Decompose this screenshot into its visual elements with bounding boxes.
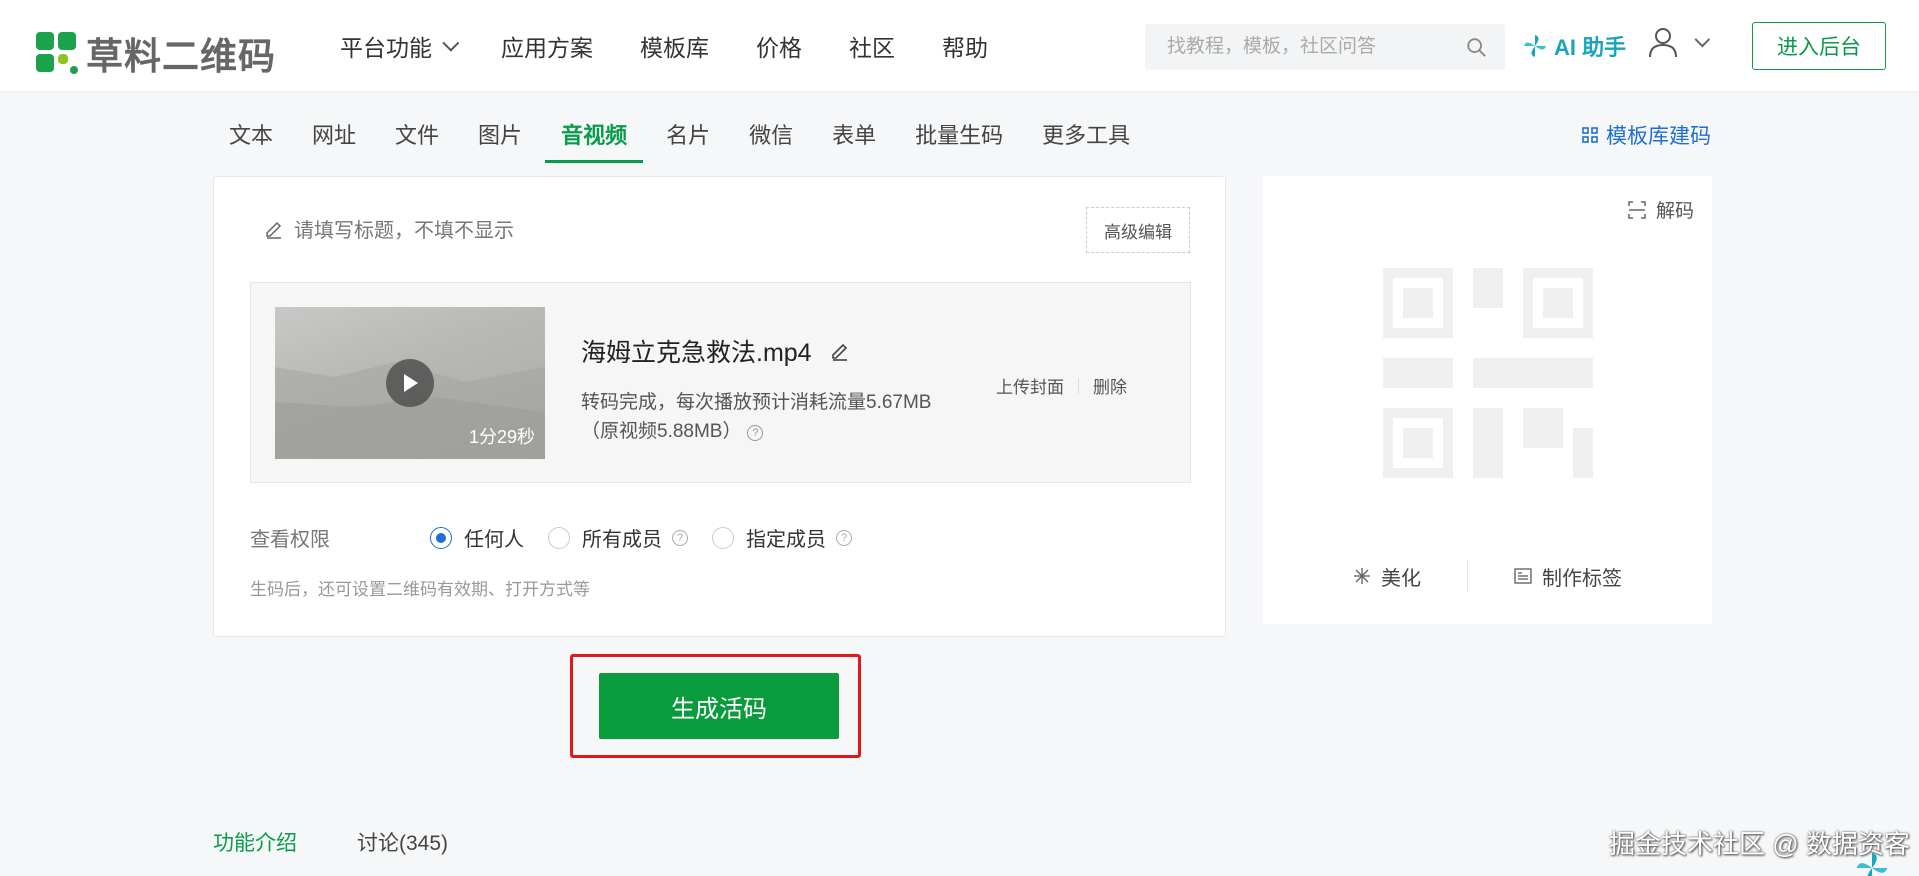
video-status-line2: （原视频5.88MB） xyxy=(581,421,742,442)
search-icon[interactable] xyxy=(1465,36,1487,58)
beautify-label: 美化 xyxy=(1381,567,1421,590)
nav-item-platform[interactable]: 平台功能 xyxy=(340,29,460,63)
video-status: 转码完成，每次播放预计消耗流量5.67MB （原视频5.88MB）? xyxy=(581,388,981,446)
template-create-label: 模板库建码 xyxy=(1606,125,1711,148)
generate-code-button[interactable]: 生成活码 xyxy=(599,673,839,739)
enter-dashboard-button[interactable]: 进入后台 xyxy=(1752,22,1886,70)
sparkle-icon xyxy=(1354,568,1370,584)
radio-label: 所有成员 xyxy=(582,529,662,551)
upload-cover-button[interactable]: 上传封面 xyxy=(996,373,1064,398)
make-label-label: 制作标签 xyxy=(1542,567,1622,590)
video-item: 1分29秒 海姆立克急救法.mp4 转码完成，每次播放预计消耗流量5.67MB … xyxy=(250,282,1191,483)
decode-label: 解码 xyxy=(1655,201,1694,222)
search-input[interactable] xyxy=(1167,36,1457,58)
radio-specified-members[interactable]: 指定成员 ? xyxy=(712,523,852,552)
search-box xyxy=(1145,24,1505,70)
pencil-icon xyxy=(266,221,282,239)
make-label-button[interactable]: 制作标签 xyxy=(1514,562,1622,591)
tab-business-card[interactable]: 名片 xyxy=(650,108,726,163)
video-status-line1: 转码完成，每次播放预计消耗流量5.67MB xyxy=(581,392,932,413)
nav-item-label: 模板库 xyxy=(640,34,709,61)
tab-batch[interactable]: 批量生码 xyxy=(899,108,1019,163)
tab-discussion[interactable]: 讨论(345) xyxy=(357,827,448,857)
logo-icon xyxy=(36,32,78,74)
grid-icon xyxy=(1582,127,1598,143)
main-nav: 平台功能 应用方案 模板库 价格 社区 帮助 xyxy=(340,0,1035,91)
radio-anyone[interactable]: 任何人 xyxy=(430,523,524,552)
logo-text: 草料二维码 xyxy=(86,36,276,77)
delete-button[interactable]: 删除 xyxy=(1093,373,1127,398)
radio-label: 任何人 xyxy=(464,529,524,551)
nav-item-solutions[interactable]: 应用方案 xyxy=(501,29,593,63)
nav-item-label: 应用方案 xyxy=(501,34,593,61)
radio-circle xyxy=(430,526,452,549)
radio-all-members[interactable]: 所有成员 ? xyxy=(548,523,688,552)
ai-pinwheel-icon[interactable] xyxy=(1854,850,1890,876)
tab-wechat[interactable]: 微信 xyxy=(733,108,809,163)
divider xyxy=(1078,377,1079,394)
nav-item-pricing[interactable]: 价格 xyxy=(756,29,802,63)
video-status-line2-row: （原视频5.88MB）? xyxy=(581,417,981,446)
logo[interactable]: 草料二维码 xyxy=(36,26,276,80)
ai-assistant-button[interactable]: AI 助手 xyxy=(1522,30,1626,62)
video-thumbnail[interactable]: 1分29秒 xyxy=(275,307,545,459)
nav-item-label: 帮助 xyxy=(942,34,988,61)
tab-image[interactable]: 图片 xyxy=(462,108,538,163)
title-placeholder: 请填写标题，不填不显示 xyxy=(294,220,514,242)
video-duration: 1分29秒 xyxy=(468,427,535,447)
tab-url[interactable]: 网址 xyxy=(296,108,372,163)
user-menu[interactable] xyxy=(1648,26,1711,58)
top-header: 草料二维码 平台功能 应用方案 模板库 价格 社区 帮助 AI 助手 进入后台 xyxy=(0,0,1919,91)
help-icon[interactable]: ? xyxy=(672,529,688,546)
video-actions: 上传封面 删除 xyxy=(996,373,1127,398)
chevron-down-icon xyxy=(442,34,460,52)
permission-label: 查看权限 xyxy=(250,529,330,551)
chevron-down-icon xyxy=(1694,31,1711,47)
video-filename-text: 海姆立克急救法.mp4 xyxy=(581,339,812,367)
ai-pinwheel-icon xyxy=(1524,35,1546,57)
advanced-edit-button[interactable]: 高级编辑 xyxy=(1086,207,1190,253)
nav-item-help[interactable]: 帮助 xyxy=(942,29,988,63)
qr-actions: 美化 制作标签 xyxy=(1263,560,1712,592)
nav-item-community[interactable]: 社区 xyxy=(849,29,895,63)
radio-circle xyxy=(548,526,570,549)
tab-more-tools[interactable]: 更多工具 xyxy=(1026,108,1146,163)
tab-features[interactable]: 功能介绍 xyxy=(213,827,297,857)
tab-audio-video[interactable]: 音视频 xyxy=(545,108,644,163)
decode-button[interactable]: 解码 xyxy=(1628,196,1694,223)
type-tabs: 文本 网址 文件 图片 音视频 名片 微信 表单 批量生码 更多工具 xyxy=(213,108,1153,163)
nav-item-label: 社区 xyxy=(849,34,895,61)
title-input[interactable]: 请填写标题，不填不显示 xyxy=(264,214,514,243)
edit-icon[interactable] xyxy=(830,341,850,361)
scan-icon xyxy=(1628,200,1646,219)
label-icon xyxy=(1514,568,1532,584)
help-icon[interactable]: ? xyxy=(836,529,852,546)
help-icon[interactable]: ? xyxy=(747,425,764,441)
play-icon[interactable] xyxy=(386,359,434,407)
qr-placeholder xyxy=(1383,268,1593,478)
template-create-link[interactable]: 模板库建码 xyxy=(1582,120,1711,150)
nav-item-templates[interactable]: 模板库 xyxy=(640,29,709,63)
tab-form[interactable]: 表单 xyxy=(816,108,892,163)
divider xyxy=(1467,560,1468,592)
tab-file[interactable]: 文件 xyxy=(379,108,455,163)
radio-circle xyxy=(712,526,734,549)
settings-hint: 生码后，还可设置二维码有效期、打开方式等 xyxy=(250,580,590,599)
beautify-button[interactable]: 美化 xyxy=(1353,562,1421,591)
nav-item-label: 价格 xyxy=(756,34,802,61)
ai-assistant-label: AI 助手 xyxy=(1554,35,1627,60)
permission-row: 查看权限 任何人 所有成员 ? 指定成员 ? xyxy=(250,523,876,552)
bottom-tabs: 功能介绍 讨论(345) xyxy=(213,827,508,857)
tab-text[interactable]: 文本 xyxy=(213,108,289,163)
video-filename: 海姆立克急救法.mp4 xyxy=(581,333,850,369)
qr-preview-panel: 解码 美化 制作标签 xyxy=(1263,176,1712,624)
user-icon xyxy=(1649,28,1677,58)
nav-item-label: 平台功能 xyxy=(340,34,432,61)
radio-label: 指定成员 xyxy=(746,529,826,551)
editor-card: 请填写标题，不填不显示 高级编辑 1分29秒 海姆立克急救法.mp4 转码完成，… xyxy=(213,176,1226,637)
